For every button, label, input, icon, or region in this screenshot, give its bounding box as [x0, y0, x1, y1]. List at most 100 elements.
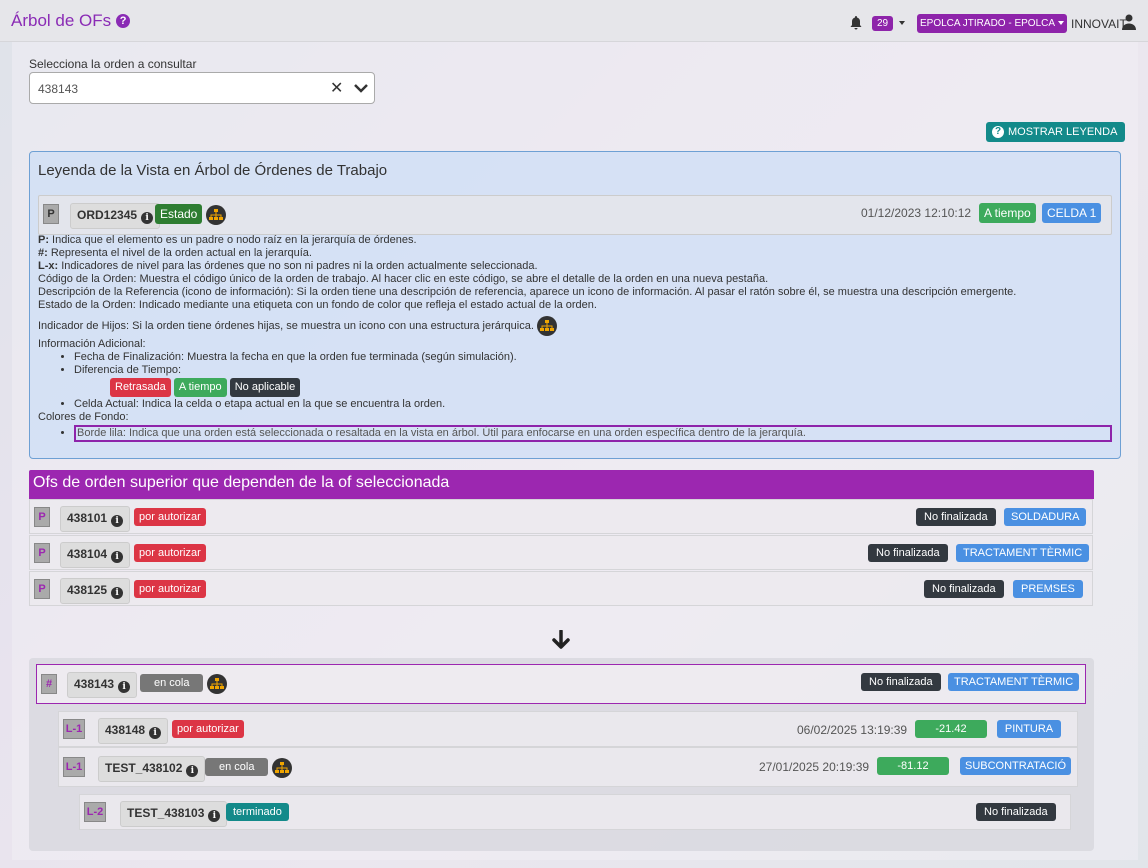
order-select-label: Selecciona la orden a consultar	[29, 57, 197, 71]
help-icon[interactable]: ?	[116, 14, 131, 28]
status-badge: terminado	[226, 803, 289, 821]
child-order-row: L-1 438148 i por autorizar 06/02/2025 13:…	[58, 711, 1078, 747]
help-icon: ?	[992, 126, 1004, 138]
cell-badge: SOLDADURA	[1004, 508, 1087, 526]
purple-border-sample: Borde lila: Indica que una orden está se…	[74, 425, 1112, 442]
app-title: Árbol de OFs ?	[11, 11, 131, 31]
user-name: EPOLCA JTIRADO - EPOLCA	[920, 18, 1056, 29]
order-code-text: ORD12345	[77, 208, 138, 222]
info-icon[interactable]: i	[149, 727, 162, 739]
legend-line: Colores de Fondo:	[38, 411, 129, 423]
legend-line: Código de la Orden: Muestra el código ún…	[38, 273, 769, 285]
hierarchy-icon	[536, 316, 557, 337]
hierarchy-icon[interactable]	[206, 205, 226, 225]
clear-icon[interactable]: ✕	[330, 78, 343, 98]
finish-status-badge: No finalizada	[868, 544, 948, 562]
legend-line: L-x: Indicadores de nivel para las órden…	[38, 260, 538, 272]
legend-line: Descripción de la Referencia (icono de i…	[38, 286, 1017, 298]
chevron-down-icon[interactable]	[354, 82, 368, 94]
legend-line: Borde lila: Indica que una orden está se…	[74, 425, 1112, 442]
late-badge: Retrasada	[110, 378, 171, 397]
order-select[interactable]: 438143 ✕	[29, 72, 375, 104]
legend-panel: Leyenda de la Vista en Árbol de Órdenes …	[29, 151, 1121, 459]
status-badge: en cola	[140, 674, 204, 692]
time-diff-badge: -81.12	[877, 757, 949, 775]
cell-badge: TRACTAMENT TÈRMIC	[948, 673, 1080, 691]
level-marker: L-1	[63, 757, 85, 777]
parent-order-row: P 438101 i por autorizar No finalizada SO…	[29, 499, 1093, 534]
info-icon[interactable]: i	[111, 587, 124, 599]
current-order-row: # 438143 i en cola No finalizada TRACTAME…	[36, 664, 1086, 704]
info-icon[interactable]: i	[118, 681, 131, 693]
legend-line: Fecha de Finalización: Muestra la fecha …	[74, 351, 1108, 364]
order-code-text: 438148	[105, 723, 146, 737]
info-icon[interactable]: i	[111, 551, 124, 563]
level-marker: P	[34, 543, 50, 563]
level-marker: P	[43, 204, 59, 224]
parents-section-title: Ofs de orden superior que dependen de la…	[29, 470, 1094, 499]
order-code[interactable]: 438104 i	[60, 542, 131, 568]
time-diff-badge: -21.42	[915, 720, 987, 738]
not-applicable-badge: No aplicable	[229, 378, 301, 397]
cell-badge: TRACTAMENT TÈRMIC	[956, 544, 1090, 562]
show-legend-button[interactable]: ? MOSTRAR LEYENDA	[986, 122, 1126, 142]
order-code-text: 438125	[67, 583, 108, 597]
legend-line: Estado de la Orden: Indicado mediante un…	[38, 299, 597, 311]
chevron-down-icon[interactable]	[899, 21, 905, 25]
user-menu-button[interactable]: EPOLCA JTIRADO - EPOLCA	[917, 14, 1068, 33]
order-code-text: 438143	[74, 677, 115, 691]
status-badge: por autorizar	[134, 580, 206, 598]
order-code-text: 438101	[67, 511, 108, 525]
finish-status-badge: No finalizada	[916, 508, 996, 526]
bell-icon[interactable]	[848, 15, 864, 31]
order-code[interactable]: ORD12345 i	[70, 203, 161, 229]
hierarchy-icon[interactable]	[207, 674, 227, 694]
order-code[interactable]: TEST_438103 i	[120, 801, 228, 827]
order-code[interactable]: 438143 i	[67, 672, 138, 698]
order-code-text: TEST_438103	[127, 806, 205, 820]
finish-date: 27/01/2025 20:19:39	[759, 760, 870, 774]
level-marker: #	[41, 674, 57, 694]
level-marker: P	[34, 579, 50, 599]
arrow-down-icon	[552, 630, 570, 649]
legend-line: Celda Actual: Indica la celda o etapa ac…	[74, 398, 1108, 411]
legend-line: Indicador de Hijos: Si la orden tiene ór…	[38, 316, 1108, 337]
child-order-row: L-1 TEST_438102 i en cola 27/01/2025 20:1…	[58, 747, 1078, 787]
legend-line: #: Representa el nivel de la orden actua…	[38, 247, 312, 259]
legend-title: Leyenda de la Vista en Árbol de Órdenes …	[38, 162, 388, 179]
order-code[interactable]: 438125 i	[60, 578, 131, 604]
order-code[interactable]: TEST_438102 i	[98, 756, 206, 782]
legend-line: Diferencia de Tiempo:	[74, 364, 1108, 377]
chevron-down-icon	[1058, 21, 1065, 26]
info-icon[interactable]: i	[111, 515, 124, 527]
order-code-text: 438104	[67, 547, 108, 561]
cell-badge: SUBCONTRATACIÓ	[960, 757, 1072, 775]
finish-date: 06/02/2025 13:19:39	[797, 723, 908, 737]
user-icon[interactable]	[1122, 14, 1136, 30]
cell-badge: CELDA 1	[1042, 203, 1102, 223]
level-marker: L-2	[84, 802, 106, 822]
status-badge: por autorizar	[134, 508, 206, 526]
legend-text: P: Indica que el elemento es un padre o …	[38, 234, 1112, 442]
time-diff-badge: A tiempo	[979, 203, 1036, 223]
info-icon[interactable]: i	[208, 810, 221, 822]
notification-count[interactable]: 29	[872, 16, 894, 31]
info-icon[interactable]: i	[141, 212, 154, 224]
status-badge: por autorizar	[134, 544, 206, 562]
level-marker: L-1	[63, 719, 85, 739]
cell-badge: PINTURA	[997, 720, 1061, 738]
status-badge: Estado	[155, 204, 203, 224]
cell-badge: PREMSES	[1013, 580, 1083, 598]
status-badge: por autorizar	[172, 720, 244, 738]
diff-badges: Retrasada A tiempo No aplicable	[110, 378, 1108, 397]
info-icon[interactable]: i	[186, 765, 199, 777]
legend-line: Información Adicional:	[38, 338, 146, 350]
order-code-text: TEST_438102	[105, 761, 183, 775]
finish-date: 01/12/2023 12:10:12	[861, 206, 972, 220]
company-name[interactable]: INNOVAIT	[1071, 17, 1127, 31]
hierarchy-icon[interactable]	[272, 758, 292, 778]
order-code[interactable]: 438148 i	[98, 718, 169, 744]
legend-line: P: Indica que el elemento es un padre o …	[38, 234, 417, 246]
status-badge: en cola	[205, 758, 269, 776]
order-code[interactable]: 438101 i	[60, 506, 131, 532]
